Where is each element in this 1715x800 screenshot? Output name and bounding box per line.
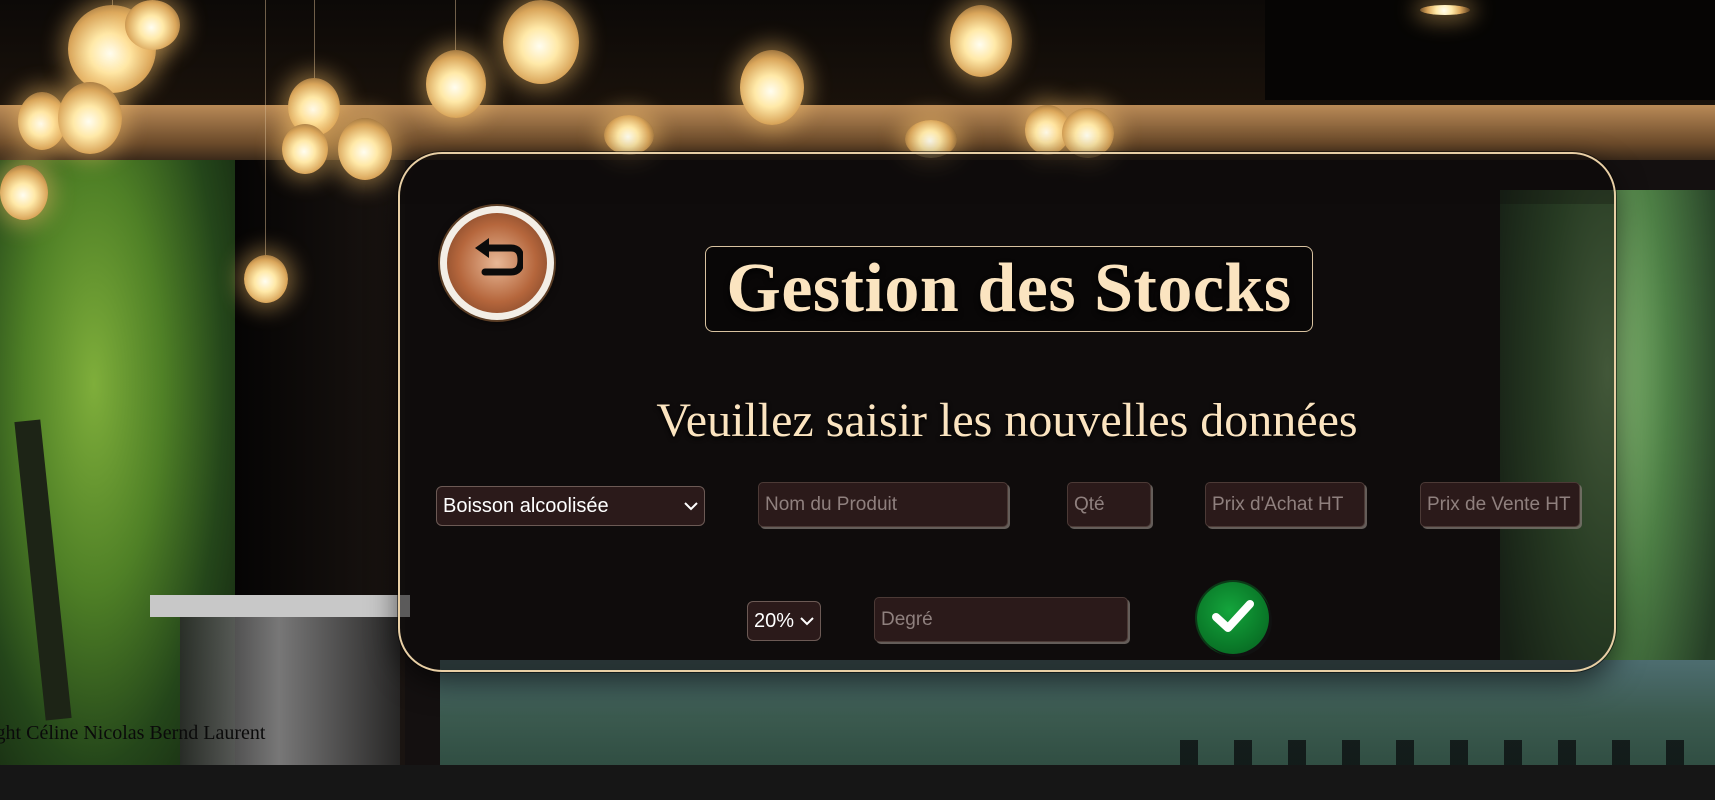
back-button[interactable]: [440, 206, 554, 320]
vat-select[interactable]: 20%: [747, 601, 821, 641]
sale-price-input[interactable]: [1420, 482, 1580, 527]
page-title: Gestion des Stocks: [726, 250, 1292, 327]
form-instruction: Veuillez saisir les nouvelles données: [656, 394, 1358, 447]
product-name-input[interactable]: [758, 482, 1008, 527]
submit-button[interactable]: [1197, 582, 1269, 654]
vat-select-value: 20%: [754, 609, 795, 632]
category-select[interactable]: Boisson alcoolisée: [436, 486, 705, 526]
title-box: Gestion des Stocks: [705, 246, 1313, 332]
chevron-down-icon: [684, 501, 698, 511]
checkmark-icon: [1211, 598, 1255, 638]
stock-form-panel: Gestion des Stocks Veuillez saisir les n…: [398, 152, 1616, 672]
degree-input[interactable]: [874, 597, 1128, 642]
chevron-down-icon: [800, 616, 814, 626]
copyright-footer: ight Céline Nicolas Bernd Laurent: [0, 722, 266, 744]
quantity-input[interactable]: [1067, 482, 1151, 527]
purchase-price-input[interactable]: [1205, 482, 1365, 527]
undo-arrow-icon: [471, 238, 525, 288]
category-select-value: Boisson alcoolisée: [443, 494, 609, 517]
